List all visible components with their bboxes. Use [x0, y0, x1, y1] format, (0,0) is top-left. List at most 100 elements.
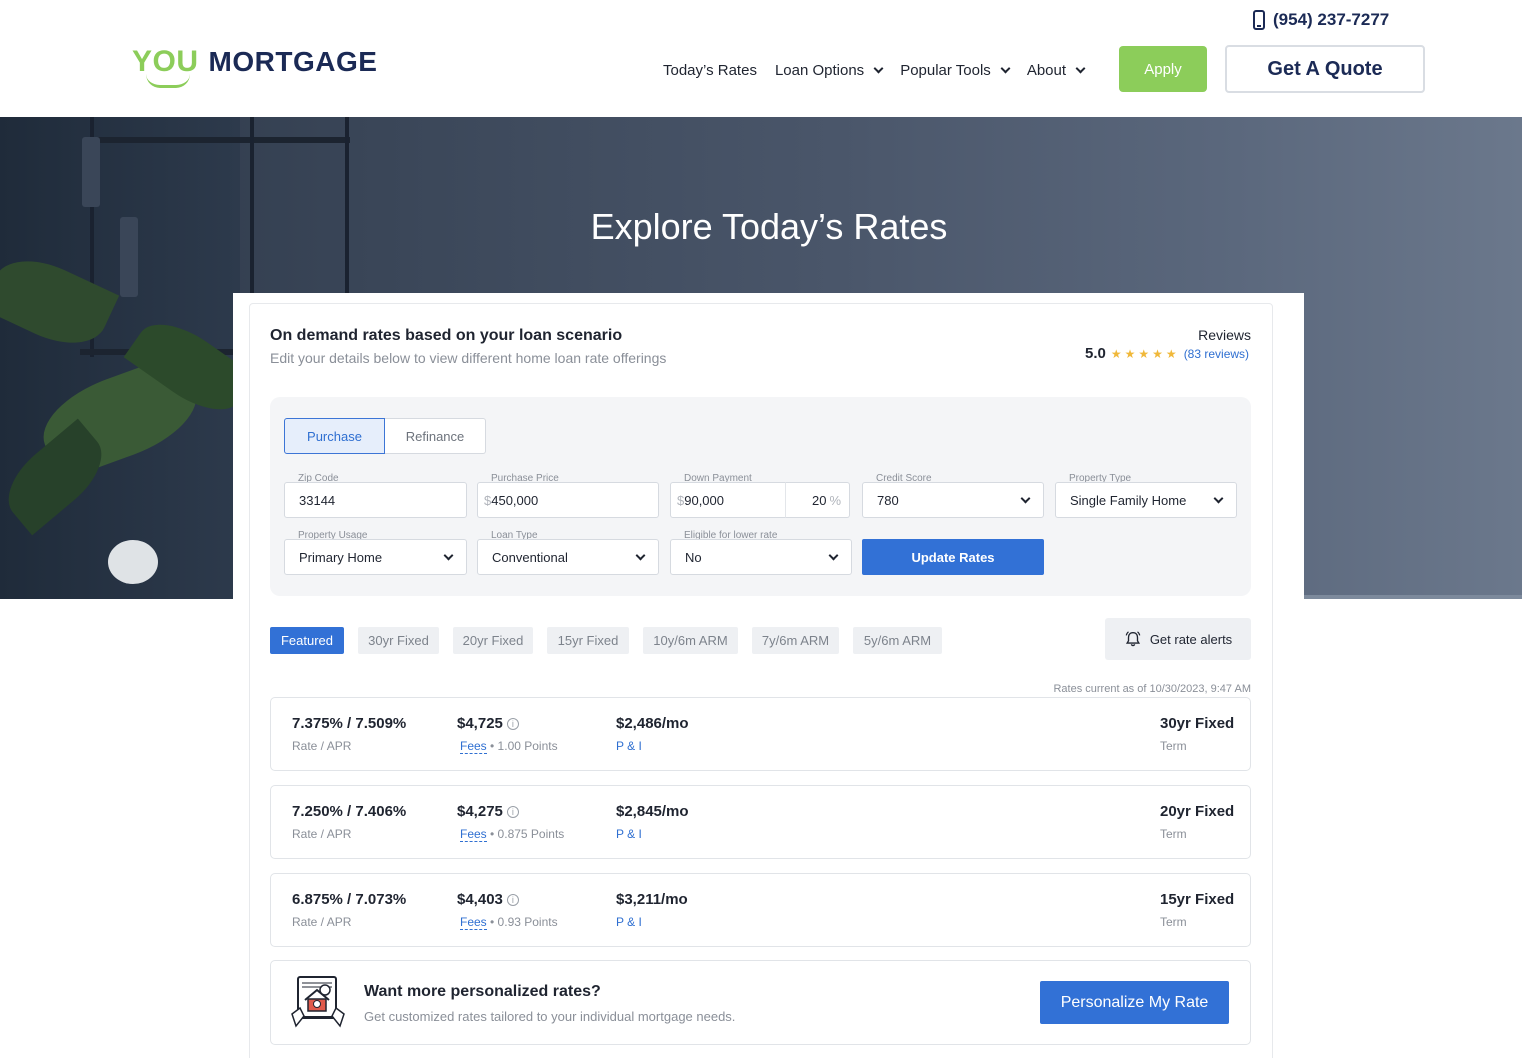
pi-label: P & I [616, 739, 642, 753]
loan-term: 20yr Fixed [1160, 803, 1235, 820]
tab-30yr-fixed[interactable]: 30yr Fixed [358, 627, 439, 654]
closing-cost: $4,403 i [457, 891, 519, 908]
rate-apr: 7.375% / 7.509% [292, 715, 407, 732]
loan-type-value: Conventional [492, 549, 568, 565]
down-pct-value: 20 [811, 492, 827, 508]
logo-you: YOU [132, 44, 199, 88]
down-payment-input[interactable]: $90,000 [670, 482, 786, 518]
closing-cost-value: $4,403 [457, 891, 503, 908]
fees-link[interactable]: Fees [460, 915, 487, 930]
main-nav: Today’s Rates Loan Options Popular Tools… [663, 60, 1102, 80]
nav-loan-options[interactable]: Loan Options [774, 60, 884, 80]
dollar-prefix: $ [484, 492, 492, 508]
rate-alerts-button[interactable]: Get rate alerts [1105, 618, 1251, 660]
star-icon: ★ [1110, 346, 1122, 361]
tab-featured[interactable]: Featured [270, 627, 344, 654]
rate-apr: 6.875% / 7.073% [292, 891, 407, 908]
credit-value: 780 [877, 492, 899, 508]
down-payment-percent-input[interactable]: 20% [785, 482, 850, 518]
chevron-down-icon [1020, 493, 1031, 504]
info-icon[interactable]: i [506, 806, 519, 818]
refinance-tab[interactable]: Refinance [385, 418, 486, 454]
rate-row[interactable] [270, 873, 1251, 947]
tab-5y-6m-arm[interactable]: 5y/6m ARM [853, 627, 942, 654]
chevron-down-icon [873, 63, 884, 73]
get-quote-button[interactable]: Get A Quote [1225, 45, 1425, 93]
property-type-select[interactable]: Single Family Home [1055, 482, 1237, 518]
rate-apr-label: Rate / APR [292, 827, 352, 841]
nav-label: Loan Options [774, 61, 865, 79]
eligible-value: No [685, 549, 702, 565]
dollar-prefix: $ [677, 492, 685, 508]
down-value: 90,000 [684, 492, 724, 508]
price-value: 450,000 [491, 492, 539, 508]
fees-points: Fees • 1.00 Points [460, 739, 558, 754]
rate-row[interactable] [270, 785, 1251, 859]
term-label: Term [1160, 739, 1187, 753]
pi-label: P & I [616, 827, 642, 841]
nav-todays-rates[interactable]: Today’s Rates [663, 60, 757, 80]
reviews-summary: 5.0 ★ ★ ★ ★ ★ (83 reviews) [1085, 345, 1249, 362]
personalize-rate-button[interactable]: Personalize My Rate [1040, 981, 1229, 1024]
purchase-tab[interactable]: Purchase [284, 418, 385, 454]
update-rates-button[interactable]: Update Rates [862, 539, 1044, 575]
eligible-lower-rate-select[interactable]: No [670, 539, 852, 575]
closing-cost-value: $4,725 [457, 715, 503, 732]
fees-link[interactable]: Fees [460, 827, 487, 842]
rate-alerts-label: Get rate alerts [1149, 631, 1233, 647]
personalize-title: Want more personalized rates? [364, 983, 601, 1000]
pi-label: P & I [616, 915, 642, 929]
info-icon[interactable]: i [506, 894, 519, 906]
nav-label: About [1026, 61, 1067, 79]
logo[interactable]: YOU MORTGAGE [132, 44, 377, 88]
nav-about[interactable]: About [1026, 60, 1086, 80]
monthly-payment: $2,486/mo [616, 715, 689, 732]
chevron-down-icon [1075, 63, 1086, 73]
site-header: YOU MORTGAGE (954) 237-7277 Today’s Rate… [0, 0, 1522, 117]
tab-7y-6m-arm[interactable]: 7y/6m ARM [752, 627, 839, 654]
tab-20yr-fixed[interactable]: 20yr Fixed [453, 627, 533, 654]
points-value: • 1.00 Points [486, 739, 558, 753]
credit-score-select[interactable]: 780 [862, 482, 1044, 518]
phone-link[interactable]: (954) 237-7277 [1253, 10, 1389, 30]
apply-button[interactable]: Apply [1119, 46, 1207, 92]
card-subtitle: Edit your details below to view differen… [270, 350, 667, 366]
rate-apr: 7.250% / 7.406% [292, 803, 407, 820]
rates-timestamp: Rates current as of 10/30/2023, 9:47 AM [1053, 683, 1251, 695]
rate-row[interactable] [270, 697, 1251, 771]
info-icon[interactable]: i [506, 718, 519, 730]
chevron-down-icon [828, 550, 839, 561]
points-value: • 0.93 Points [486, 915, 558, 929]
rate-apr-label: Rate / APR [292, 739, 352, 753]
hero-title: Explore Today’s Rates [590, 206, 948, 247]
personalize-subtitle: Get customized rates tailored to your in… [364, 1009, 736, 1024]
property-usage-select[interactable]: Primary Home [284, 539, 467, 575]
reviews-link[interactable]: (83 reviews) [1184, 347, 1249, 361]
fees-link[interactable]: Fees [460, 739, 487, 754]
closing-cost: $4,725 i [457, 715, 519, 732]
term-label: Term [1160, 827, 1187, 841]
bell-icon [1125, 631, 1141, 647]
star-icon: ★ [1165, 346, 1177, 361]
chevron-down-icon [635, 550, 646, 561]
shelf-decoration [90, 137, 350, 143]
purchase-price-input[interactable]: $450,000 [477, 482, 659, 518]
property-type-value: Single Family Home [1070, 492, 1187, 508]
loan-type-select[interactable]: Conventional [477, 539, 659, 575]
card-title: On demand rates based on your loan scena… [270, 327, 623, 344]
nav-popular-tools[interactable]: Popular Tools [900, 60, 1011, 80]
term-label: Term [1160, 915, 1187, 929]
tab-10y-6m-arm[interactable]: 10y/6m ARM [643, 627, 738, 654]
chevron-down-icon [1000, 63, 1011, 73]
loan-term: 15yr Fixed [1160, 891, 1235, 908]
loan-term: 30yr Fixed [1160, 715, 1235, 732]
nav-label: Popular Tools [900, 61, 991, 79]
plant-pot [108, 540, 158, 584]
tab-15yr-fixed[interactable]: 15yr Fixed [547, 627, 629, 654]
hero-floor-strip [1304, 595, 1522, 599]
zip-input[interactable]: 33144 [284, 482, 467, 518]
percent-suffix: % [829, 492, 841, 508]
monthly-payment: $2,845/mo [616, 803, 689, 820]
star-icon: ★ [1138, 346, 1150, 361]
chevron-down-icon [1213, 493, 1224, 504]
